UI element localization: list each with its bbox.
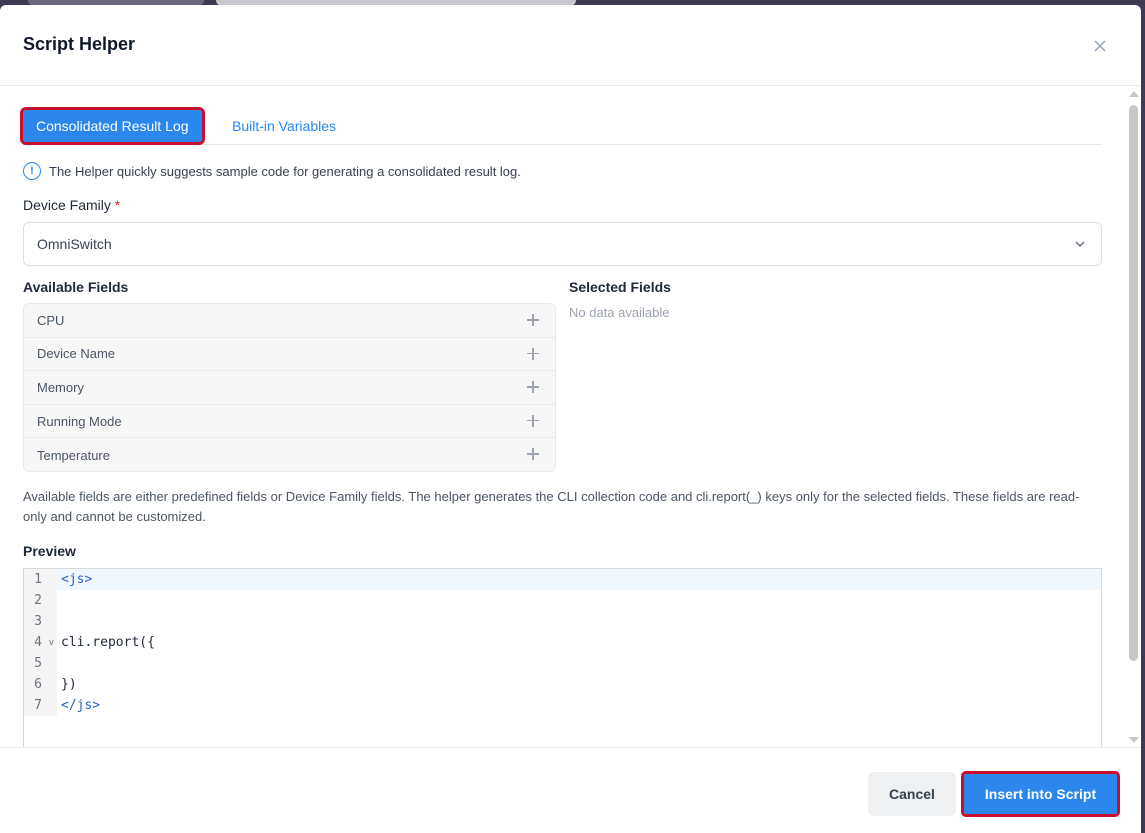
code-preview-editor[interactable]: 1 <js> 2 3 4 v cli.report({ 5 6}) 7 </j… [23,568,1102,747]
line-number-with-fold: 4 v [24,632,57,653]
line-number: 6 [24,674,57,695]
scroll-down-arrow-icon[interactable] [1129,737,1139,743]
fold-chevron-icon[interactable]: v [49,638,54,648]
code-line: 5 [24,653,1101,674]
selected-fields-title: Selected Fields [569,279,671,295]
device-family-label: Device Family * [23,197,120,213]
line-number: 2 [24,590,57,611]
tab-built-in-variables[interactable]: Built-in Variables [219,110,349,142]
close-icon[interactable] [1090,36,1110,56]
device-family-label-text: Device Family [23,197,111,213]
line-number: 5 [24,653,57,674]
required-asterisk: * [114,197,121,213]
field-label: Temperature [37,447,110,463]
line-number: 7 [24,695,57,716]
line-number: 3 [24,611,57,632]
code-line: 3 [24,611,1101,632]
code-line: 4 v cli.report({ [24,632,1101,653]
plus-icon[interactable] [527,314,539,326]
field-label: Device Name [37,346,116,362]
code-line: 7 </js> [24,695,1101,716]
plus-icon[interactable] [527,448,539,461]
plus-icon[interactable] [527,381,539,394]
info-text: The Helper quickly suggests sample code … [49,163,521,179]
selected-fields-empty: No data available [569,305,670,320]
scroll-up-arrow-icon[interactable] [1129,91,1139,97]
tab-bar: Consolidated Result Log Built-in Variabl… [20,107,1102,145]
code-text: }) [61,677,77,692]
available-fields-title: Available Fields [23,279,129,295]
modal-scrollbar[interactable] [1127,87,1141,747]
available-field-temperature[interactable]: Temperature [24,438,555,471]
modal-header: Script Helper [0,5,1141,86]
available-field-memory[interactable]: Memory [24,371,555,405]
cancel-button[interactable]: Cancel [868,772,956,816]
script-helper-modal: Script Helper Consolidated Result Log Bu… [0,5,1141,833]
field-label: CPU [37,312,65,328]
preview-title: Preview [23,543,76,559]
available-field-cpu[interactable]: CPU [24,304,555,338]
field-label: Memory [37,379,84,395]
device-family-select[interactable]: OmniSwitch [23,222,1102,266]
code-line: 2 [24,590,1101,611]
modal-footer: Cancel Insert into Script [0,747,1141,833]
code-text: </js> [61,698,101,713]
field-label: Running Mode [37,413,122,429]
plus-icon[interactable] [527,414,539,427]
line-number: 4 [34,635,42,650]
chevron-down-icon [1073,237,1087,251]
modal-title: Script Helper [23,34,136,54]
insert-into-script-button[interactable]: Insert into Script [961,771,1120,817]
tab-consolidated-result-log[interactable]: Consolidated Result Log [20,107,205,145]
code-text: <js> [61,572,93,587]
available-fields-list: CPU Device Name Memory Running Mode Temp… [23,303,556,472]
device-family-value: OmniSwitch [37,236,112,252]
help-text: Available fields are either predefined f… [23,489,1080,524]
code-text: cli.report({ [61,635,155,650]
plus-icon[interactable] [527,347,539,360]
info-circle-icon: ! [23,162,41,180]
available-field-running-mode[interactable]: Running Mode [24,405,555,439]
code-line: 1 <js> [24,569,1101,590]
line-number: 1 [24,569,57,590]
info-message: ! The Helper quickly suggests sample cod… [23,162,521,180]
modal-body: Consolidated Result Log Built-in Variabl… [0,87,1125,747]
available-field-device-name[interactable]: Device Name [24,338,555,372]
code-line: 6 }) [24,674,1101,695]
scroll-thumb[interactable] [1129,105,1138,661]
